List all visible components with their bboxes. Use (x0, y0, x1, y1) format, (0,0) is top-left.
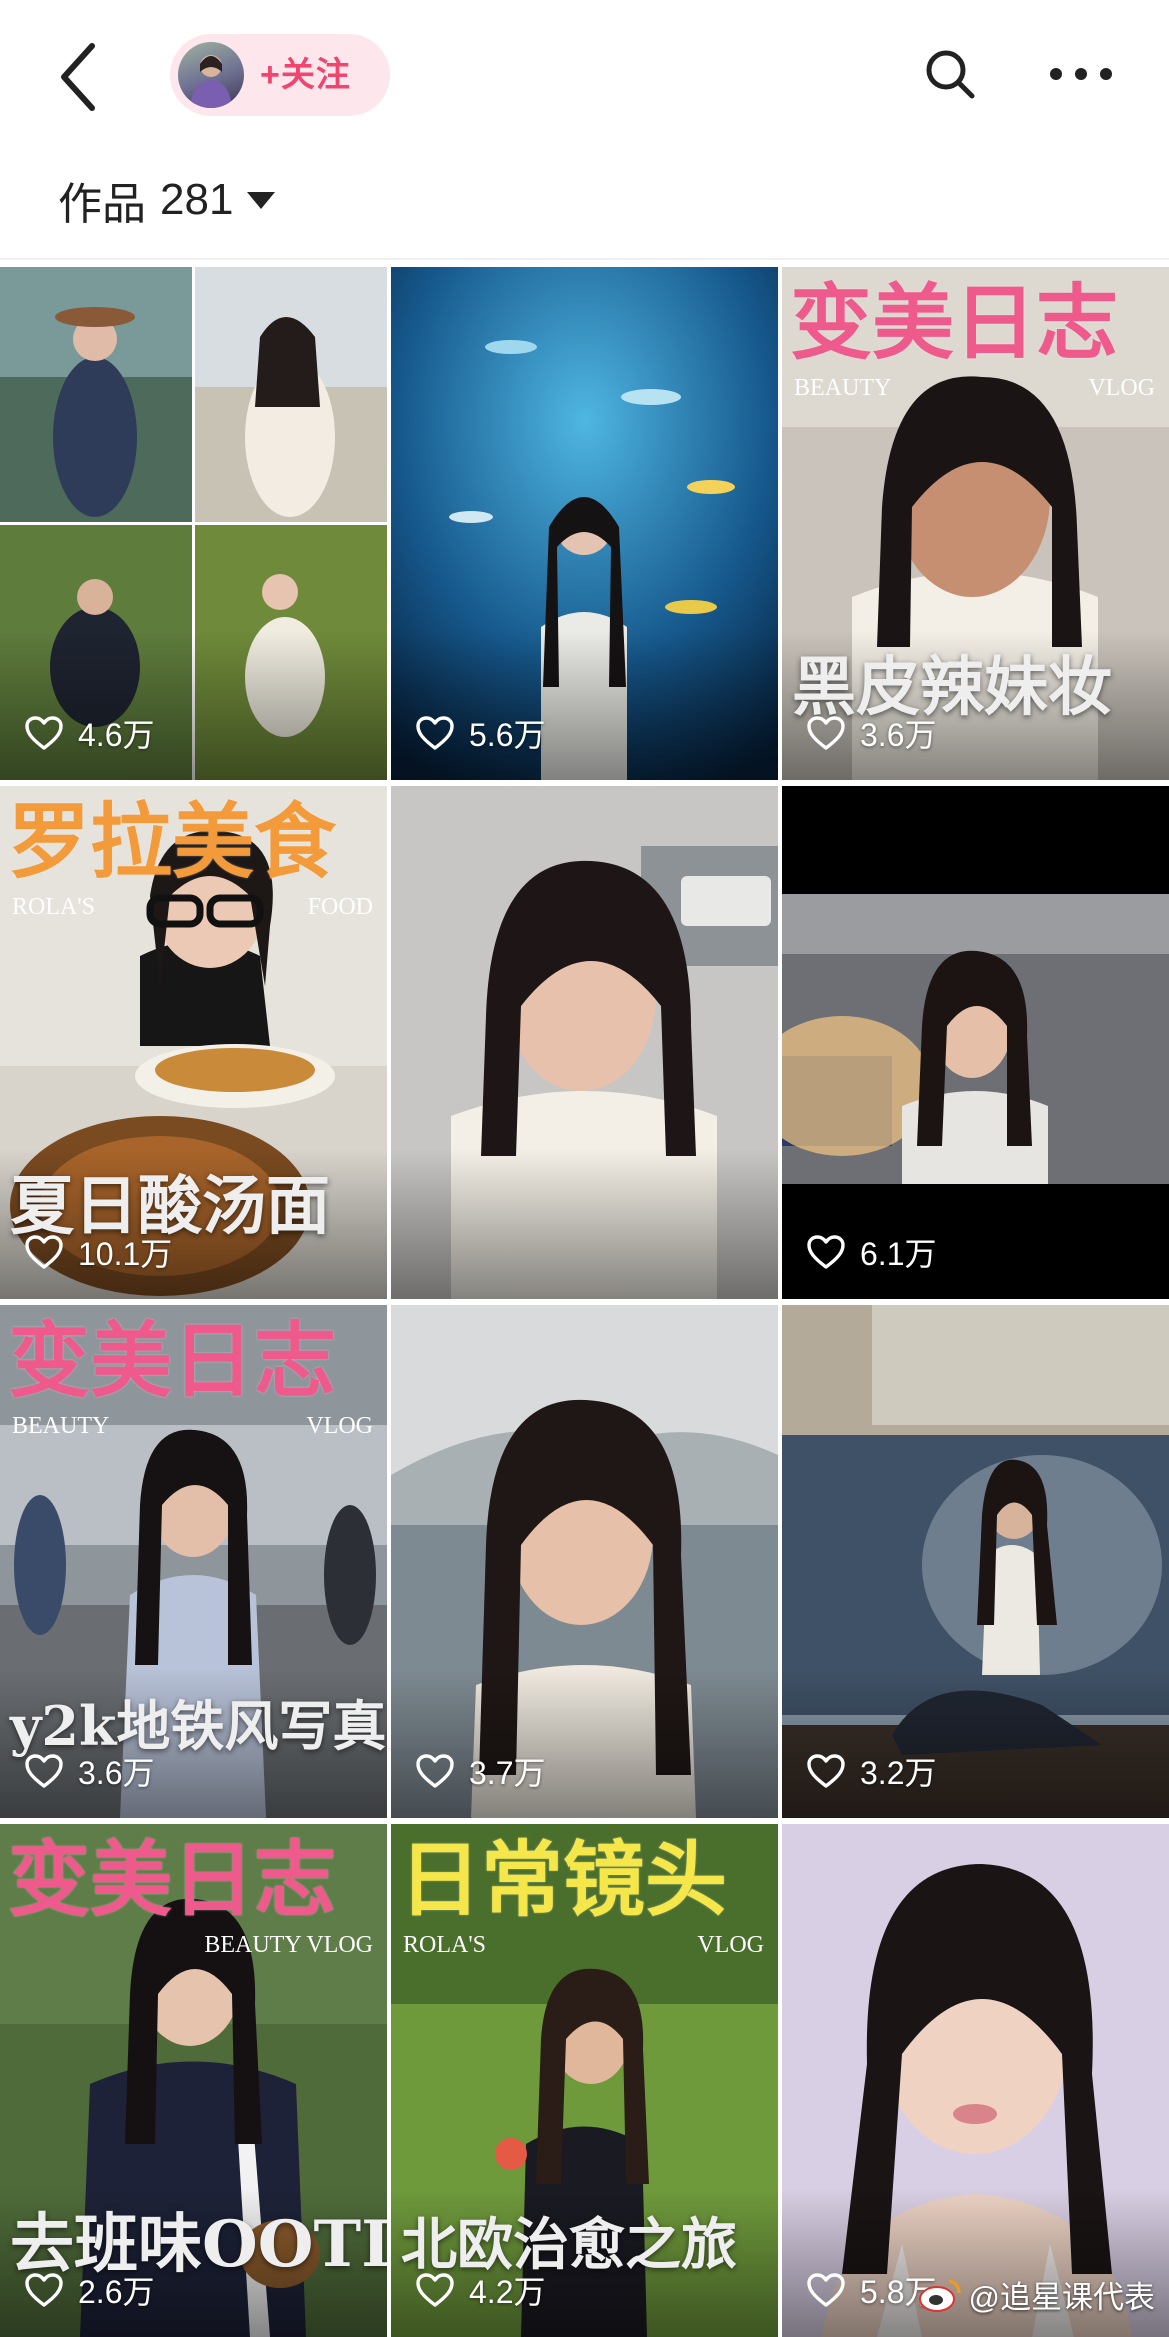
follow-label: +关注 (260, 56, 351, 94)
subtitle-right: BEAUTY VLOG (204, 1932, 373, 1958)
heart-icon (416, 2273, 454, 2307)
works-filter[interactable]: 作品 281 (58, 160, 276, 240)
likes: 4.2万 (415, 2267, 546, 2313)
heart-icon (807, 1235, 845, 1269)
title-top: 日常镜头 (399, 1832, 728, 1928)
title-top: 变美日志 (790, 275, 1119, 371)
heart-icon (25, 1235, 63, 1269)
likes: 2.6万 (24, 2267, 155, 2313)
likes-count: 3.7万 (469, 1755, 546, 1791)
tile-shade (391, 1668, 778, 1818)
heart-icon (807, 2273, 845, 2307)
likes-count: 4.6万 (78, 717, 155, 753)
likes-count: 3.2万 (860, 1755, 937, 1791)
post-tile-5[interactable]: 6.1万 (782, 786, 1169, 1299)
more-icon (1050, 68, 1112, 80)
likes: 3.6万 (24, 1748, 155, 1794)
heart-icon (25, 1754, 63, 1788)
likes: 6.1万 (806, 1229, 937, 1275)
works-count: 281 (160, 175, 234, 224)
tile-shade (391, 1149, 778, 1299)
heart-icon (25, 2273, 63, 2307)
subtitle-left: ROLA'S (403, 1932, 487, 1958)
heart-icon (25, 716, 63, 750)
search-button[interactable] (920, 44, 980, 104)
tile-shade (782, 1668, 1169, 1818)
post-tile-6[interactable]: 变美日志 BEAUTY VLOG y2k地铁风写真 3.6万 (0, 1305, 387, 1818)
post-tile-3[interactable]: 罗拉美食 ROLA'S FOOD 夏日酸汤面 10.1万 (0, 786, 387, 1299)
subtitle-right: VLOG (697, 1932, 764, 1958)
subtitle-right: FOOD (307, 894, 373, 920)
subtitle-left: BEAUTY (12, 1413, 110, 1439)
likes-count: 2.6万 (78, 2274, 155, 2310)
post-grid: 4.6万 5.6万 变美日志 BEAUTY VLOG 黑皮辣妹妆 3.6万 罗拉… (0, 267, 1169, 2337)
likes: 3.7万 (415, 1748, 546, 1794)
title-top: 变美日志 (8, 1832, 337, 1928)
subtitle-left: BEAUTY (794, 375, 892, 401)
watermark-text: @追星课代表 (968, 2279, 1155, 2315)
post-tile-1[interactable]: 5.6万 (391, 267, 778, 780)
subtitle-left: ROLA'S (12, 894, 96, 920)
weibo-logo-icon (918, 2279, 961, 2312)
likes-count: 3.6万 (78, 1755, 155, 1791)
heart-icon (416, 716, 454, 750)
follow-button[interactable]: +关注 (170, 34, 390, 116)
post-tile-10[interactable]: 日常镜头 ROLA'S VLOG 北欧治愈之旅 4.2万 (391, 1824, 778, 2337)
post-tile-9[interactable]: 变美日志 BEAUTY VLOG 去班味OOTD 2.6万 (0, 1824, 387, 2337)
subtitle-right: VLOG (306, 1413, 373, 1439)
subtitle-right: VLOG (1088, 375, 1155, 401)
title-top: 罗拉美食 (8, 794, 337, 890)
tile-shade (0, 630, 387, 780)
likes: 3.6万 (806, 710, 937, 756)
back-button[interactable] (52, 38, 112, 116)
likes-count: 5.6万 (469, 717, 546, 753)
post-tile-11[interactable]: 5.8万 (782, 1824, 1169, 2337)
likes: 4.6万 (24, 710, 155, 756)
post-tile-4[interactable] (391, 786, 778, 1299)
more-options-button[interactable] (1046, 56, 1116, 92)
likes-count: 4.2万 (469, 2274, 546, 2310)
likes: 3.2万 (806, 1748, 937, 1794)
post-tile-8[interactable]: 3.2万 (782, 1305, 1169, 1818)
post-tile-0[interactable]: 4.6万 (0, 267, 387, 780)
heart-icon (807, 1754, 845, 1788)
title-top: 变美日志 (8, 1313, 337, 1409)
search-icon (926, 50, 975, 99)
heart-icon (807, 716, 845, 750)
watermark: @追星课代表 (917, 2266, 1155, 2322)
likes: 10.1万 (24, 1229, 172, 1275)
likes-count: 3.6万 (860, 717, 937, 753)
avatar[interactable] (178, 42, 244, 108)
station-thumbnail (782, 786, 1169, 1299)
top-bar: +关注 (0, 0, 1169, 150)
likes-count: 10.1万 (78, 1236, 173, 1272)
post-tile-2[interactable]: 变美日志 BEAUTY VLOG 黑皮辣妹妆 3.6万 (782, 267, 1169, 780)
post-tile-7[interactable]: 3.7万 (391, 1305, 778, 1818)
divider (0, 258, 1169, 260)
tile-shade (391, 630, 778, 780)
works-label: 作品 (58, 180, 146, 229)
likes-count: 6.1万 (860, 1236, 937, 1272)
heart-icon (416, 1754, 454, 1788)
likes: 5.6万 (415, 710, 546, 756)
back-arrow-icon (61, 43, 95, 111)
caret-down-icon (247, 191, 276, 209)
